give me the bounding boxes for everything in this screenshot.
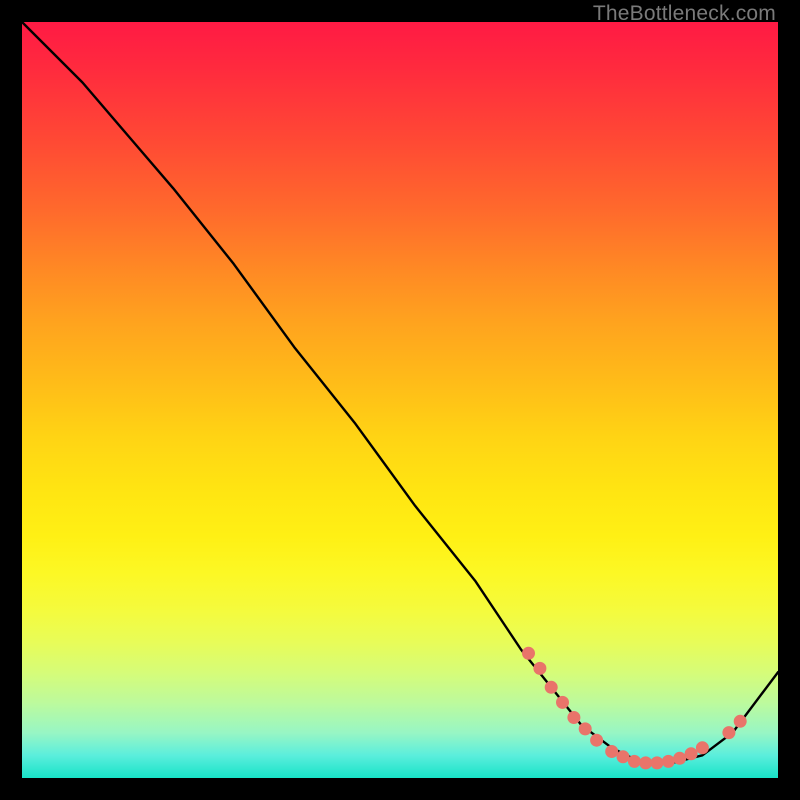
highlight-dot [590, 734, 603, 747]
highlight-dot [628, 755, 641, 768]
highlight-dot [673, 752, 686, 765]
highlight-dot [722, 726, 735, 739]
watermark-text: TheBottleneck.com [593, 2, 776, 26]
highlight-dot [685, 747, 698, 760]
highlight-dot [734, 715, 747, 728]
bottleneck-curve-line [22, 22, 778, 763]
highlight-dot [639, 756, 652, 769]
highlight-dot [579, 722, 592, 735]
highlight-dot [567, 711, 580, 724]
highlight-dot [556, 696, 569, 709]
highlight-dot [696, 741, 709, 754]
highlight-dots-group [522, 647, 747, 770]
bottleneck-curve-svg [22, 22, 778, 778]
highlight-dot [651, 756, 664, 769]
gradient-plot-area [22, 22, 778, 778]
highlight-dot [617, 750, 630, 763]
highlight-dot [522, 647, 535, 660]
highlight-dot [605, 745, 618, 758]
highlight-dot [533, 662, 546, 675]
highlight-dot [662, 755, 675, 768]
chart-frame: TheBottleneck.com [0, 0, 800, 800]
highlight-dot [545, 681, 558, 694]
